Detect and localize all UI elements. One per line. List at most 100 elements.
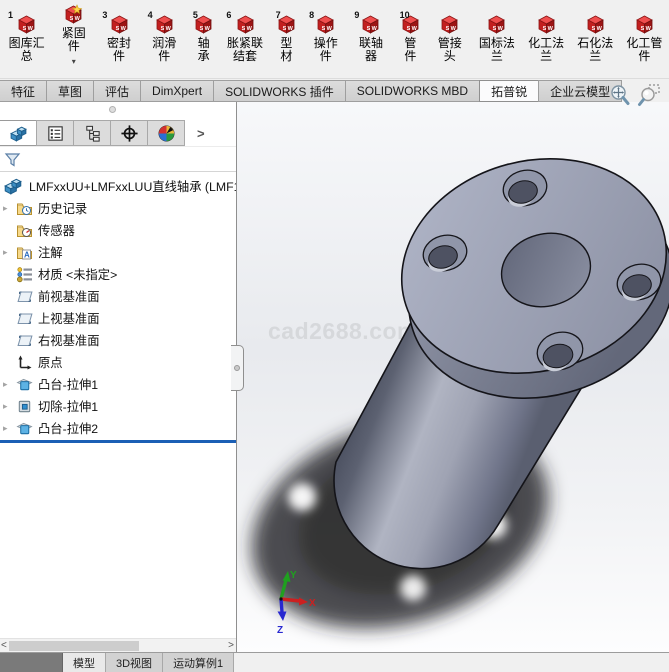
toolbar-item-expansion-sleeve[interactable]: 6 胀紧联结套 [220,0,269,63]
toolbar-item-pipes[interactable]: 10 管件 [394,0,428,63]
sw-cube-icon [315,14,336,35]
part-icon [3,176,23,196]
sw-cube-icon [360,14,381,35]
triad-y-label: Y [290,570,297,581]
sensors-folder-icon [16,222,33,239]
expand-arrow-icon[interactable]: ▸ [3,423,16,434]
boss-extrude-icon [16,376,33,393]
tree-item-top-plane[interactable]: 上视基准面 [0,307,236,329]
toolbar-item-fasteners[interactable]: 紧固件 ▾ [51,0,96,65]
tab-features[interactable]: 特征 [0,80,47,102]
tab-solidworks-addins[interactable]: SOLIDWORKS 插件 [213,80,346,102]
model-scene: cad2688.com [237,102,669,652]
rollback-bar[interactable] [0,440,236,443]
panel-horizontal-scrollbar[interactable]: < > [0,638,236,652]
zoom-area-icon[interactable] [637,83,661,107]
toolbar-item-label: 密封件 [101,37,136,63]
toolbar-item-label: 化工管件 [625,37,664,63]
tree-item-cut-extrude1[interactable]: ▸ 切除-拉伸1 [0,395,236,417]
tab-displaymanager[interactable] [147,120,185,146]
tab-propertymanager[interactable] [36,120,74,146]
tree-root-part[interactable]: LMFxxUU+LMFxxLUU直线轴承 (LMF1 [0,175,236,197]
tab-evaluate[interactable]: 评估 [93,80,141,102]
tab-sketch[interactable]: 草图 [46,80,94,102]
zoom-fit-icon[interactable] [608,83,632,107]
tree-item-label: 前视基准面 [38,287,100,305]
toolbar-item-label: 化工法兰 [527,37,566,63]
tree-item-origin[interactable]: 原点 [0,351,236,373]
cut-extrude-icon [16,398,33,415]
toolbar-item-pipe-fittings[interactable]: 管接头 [427,0,472,63]
toolbar-item-lubrication[interactable]: 4 润滑件 [142,0,187,63]
panel-tabs-overflow[interactable]: > [185,120,205,146]
sw-cube-icon [109,14,130,35]
toolbar-item-chem-flanges[interactable]: 化工法兰 [522,0,571,63]
expand-arrow-icon[interactable]: ▸ [3,379,16,390]
scroll-right-icon[interactable]: > [228,639,234,652]
shortcut-number: 8 [309,10,314,20]
toolbar-item-profiles[interactable]: 7 型材 [270,0,304,63]
plane-icon [16,288,33,305]
material-icon [16,266,33,283]
shortcut-number: 1 [8,10,13,20]
toolbar-item-chem-pipe-fittings[interactable]: 化工管件 [620,0,669,63]
tree-item-front-plane[interactable]: 前视基准面 [0,285,236,307]
sw-cube-icon [486,14,507,35]
tree-item-right-plane[interactable]: 右视基准面 [0,329,236,351]
toolbar-item-couplings[interactable]: 9 联轴器 [348,0,393,63]
flyout-caret-icon[interactable]: ▾ [72,59,76,65]
tree-item-label: 右视基准面 [38,331,100,349]
tree-item-annotations[interactable]: ▸ A 注解 [0,241,236,263]
toolbar-item-library-summary[interactable]: 1 图库汇总 [2,0,51,63]
tab-configurationmanager[interactable] [73,120,111,146]
tab-dimxpert[interactable]: DimXpert [140,80,214,102]
panel-splitter-handle[interactable] [231,345,244,391]
history-folder-icon [16,200,33,217]
toolbar-item-petrochem-flanges[interactable]: 石化法兰 [571,0,620,63]
tree-item-history[interactable]: ▸ 历史记录 [0,197,236,219]
tree-item-material[interactable]: 材质 <未指定> [0,263,236,285]
expand-arrow-icon[interactable]: ▸ [3,203,16,214]
tree-item-label: 切除-拉伸1 [38,397,98,415]
sw-cube-icon [536,14,557,35]
tree-item-boss-extrude2[interactable]: ▸ 凸台-拉伸2 [0,417,236,439]
tree-item-label: 传感器 [38,221,75,239]
toolbar-item-label: 润滑件 [147,37,182,63]
tree-item-label: 历史记录 [38,199,87,217]
tab-model[interactable]: 模型 [63,653,106,672]
tree-item-label: 凸台-拉伸1 [38,375,98,393]
tree-filter-bar[interactable] [0,146,236,172]
toolbar-item-bearings[interactable]: 5 轴承 [187,0,221,63]
tab-featuremanager-tree[interactable] [0,120,37,146]
panel-tabs: > [0,120,236,146]
scrollbar-thumb[interactable] [9,641,139,651]
tree-item-sensors[interactable]: 传感器 [0,219,236,241]
toolbar-item-seals[interactable]: 3 密封件 [96,0,141,63]
shortcut-number: 3 [102,10,107,20]
watermark-text: cad2688.com [268,318,418,344]
tree-item-label: 材质 <未指定> [38,265,117,283]
tab-motion-study[interactable]: 运动算例1 [163,653,234,672]
toolbar-item-operating-parts[interactable]: 8 操作件 [303,0,348,63]
tab-solidworks-mbd[interactable]: SOLIDWORKS MBD [345,80,480,102]
tab-topruis[interactable]: 拓普锐 [479,80,539,102]
graphics-viewport[interactable]: cad2688.com [237,102,669,652]
toolbar-item-gb-flanges[interactable]: 国标法兰 [472,0,521,63]
configurationmanager-icon [83,124,102,143]
shortcut-number: 5 [193,10,198,20]
tree-item-boss-extrude1[interactable]: ▸ 凸台-拉伸1 [0,373,236,395]
plane-icon [16,332,33,349]
panel-collapse-dot[interactable] [109,106,116,113]
expand-arrow-icon[interactable]: ▸ [3,247,16,258]
toolbar-item-label: 管接头 [432,37,467,63]
triad-z-label: Z [277,625,283,636]
dimxpertmanager-icon [120,124,139,143]
scroll-left-icon[interactable]: < [1,639,7,652]
tab-scroll-buttons[interactable] [0,653,63,672]
tree-item-label: 上视基准面 [38,309,100,327]
tab-3d-views[interactable]: 3D视图 [106,653,163,672]
view-tools [608,83,661,107]
sw-cube-icon [235,14,256,35]
tab-dimxpertmanager[interactable] [110,120,148,146]
expand-arrow-icon[interactable]: ▸ [3,401,16,412]
